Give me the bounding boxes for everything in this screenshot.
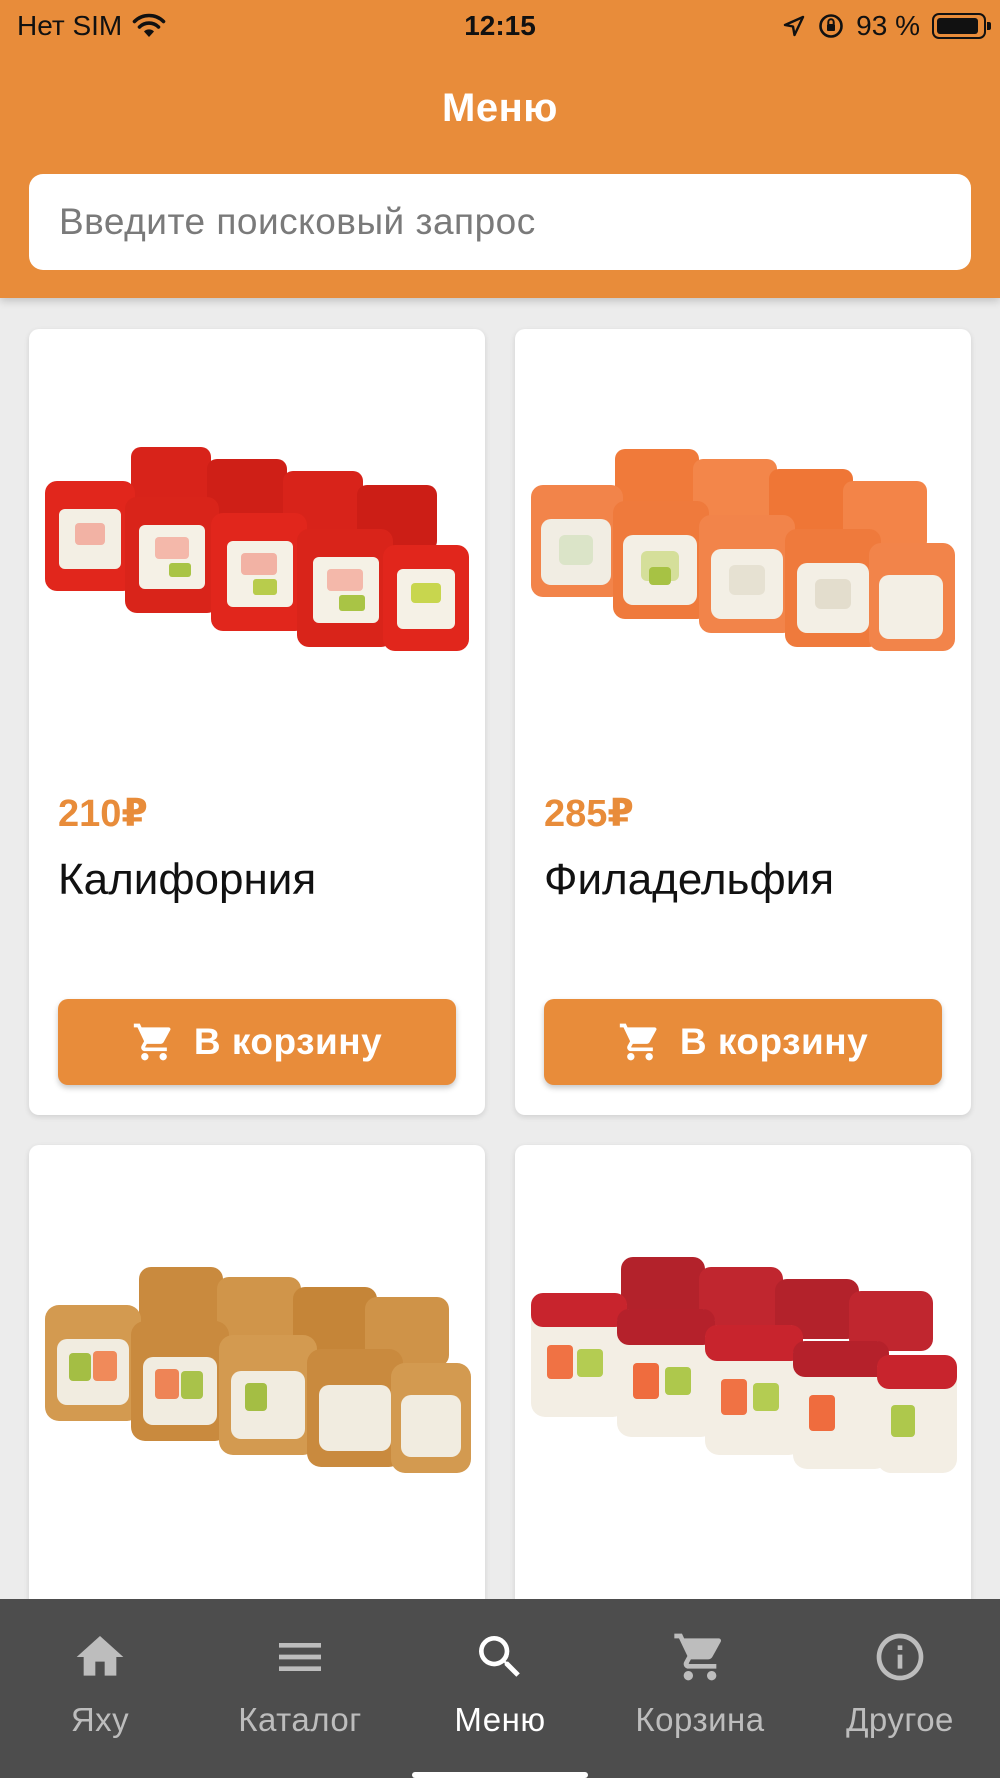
info-icon — [872, 1629, 928, 1685]
orientation-lock-icon — [819, 14, 843, 38]
product-name: Филадельфия — [544, 855, 835, 904]
product-card[interactable]: 210₽ Калифорния В корзину — [29, 329, 485, 1115]
cart-icon — [672, 1629, 728, 1685]
product-name: Калифорния — [58, 855, 317, 904]
status-bar: Нет SIM 12:15 93 % — [0, 0, 1000, 52]
add-to-cart-label: В корзину — [193, 1021, 383, 1062]
battery-level — [937, 18, 978, 34]
status-right: 93 % — [782, 10, 991, 42]
add-to-cart-button[interactable]: В корзину — [544, 999, 942, 1085]
product-price: 285₽ — [544, 793, 634, 835]
nav-label: Корзина — [635, 1701, 765, 1738]
cart-icon — [133, 1023, 171, 1061]
nav-item-menu[interactable]: Меню — [400, 1599, 600, 1778]
product-image-tempura-roll — [45, 1267, 471, 1473]
nav-item-catalog[interactable]: Каталог — [200, 1599, 400, 1778]
product-image-philadelphia — [531, 449, 955, 651]
add-to-cart-button[interactable]: В корзину — [58, 999, 456, 1085]
cart-icon — [619, 1023, 657, 1061]
nav-item-cart[interactable]: Корзина — [600, 1599, 800, 1778]
menu-lines-icon — [272, 1629, 328, 1685]
nav-item-other[interactable]: Другое — [800, 1599, 1000, 1778]
product-card[interactable]: 285₽ Филадельфия В корзину — [515, 329, 971, 1115]
home-icon — [72, 1629, 128, 1685]
nav-item-home[interactable]: Яху — [0, 1599, 200, 1778]
add-to-cart-label: В корзину — [679, 1021, 869, 1062]
product-image-red-topped-roll — [531, 1257, 957, 1473]
product-price: 210₽ — [58, 793, 148, 835]
search-icon — [472, 1629, 528, 1685]
nav-label: Меню — [454, 1701, 546, 1738]
battery-percent: 93 % — [856, 10, 920, 41]
nav-label: Яху — [70, 1701, 130, 1738]
battery-icon — [932, 13, 991, 39]
nav-label: Другое — [846, 1701, 954, 1738]
page-title: Меню — [442, 86, 558, 130]
location-arrow-icon — [783, 15, 805, 37]
nav-label: Каталог — [238, 1701, 362, 1738]
app-header: Нет SIM 12:15 93 % Меню — [0, 0, 1000, 298]
bottom-navigation: Яху Каталог Меню Корзина Другое — [0, 1599, 1000, 1778]
product-image-california — [45, 447, 469, 651]
search-input[interactable] — [29, 174, 971, 270]
